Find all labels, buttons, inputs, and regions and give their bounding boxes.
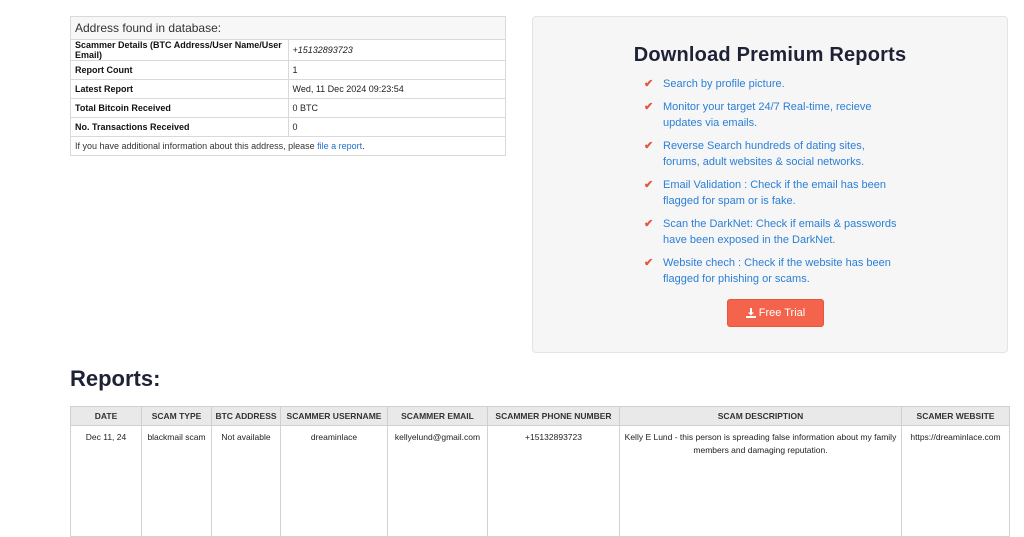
premium-feature-list: ✔ Search by profile picture. ✔ Monitor you… [644, 76, 904, 294]
feature-item: ✔ Email Validation : Check if the email h… [644, 177, 904, 209]
feature-item: ✔ Monitor your target 24/7 Real-time, rec… [644, 99, 904, 131]
cell-date: Dec 11, 24 [70, 425, 142, 537]
total-bitcoin-value: 0 BTC [287, 98, 506, 118]
address-row: Total Bitcoin Received 0 BTC [70, 98, 506, 118]
address-row: No. Transactions Received 0 [70, 117, 506, 137]
transactions-value: 0 [287, 117, 506, 137]
report-count-value: 1 [287, 60, 506, 80]
feature-text: Email Validation : Check if the email ha… [663, 179, 886, 207]
cell-scam-type: blackmail scam [141, 425, 212, 537]
column-header-btc-address: BTC ADDRESS [211, 406, 281, 426]
feature-text: Scan the DarkNet: Check if emails & pass… [663, 218, 897, 246]
report-count-label: Report Count [70, 60, 289, 80]
column-header-date: DATE [70, 406, 142, 426]
column-header-scammer-phone: SCAMMER PHONE NUMBER [487, 406, 620, 426]
file-report-link[interactable]: file a report [317, 141, 362, 151]
cell-scammer-username: dreaminlace [280, 425, 388, 537]
scammer-details-label: Scammer Details (BTC Address/User Name/U… [70, 39, 289, 61]
check-icon: ✔ [644, 179, 654, 191]
free-trial-button[interactable]: Free Trial [727, 299, 824, 327]
cell-btc-address: Not available [211, 425, 281, 537]
feature-item: ✔ Search by profile picture. [644, 76, 904, 92]
cell-scammer-phone: +15132893723 [487, 425, 620, 537]
feature-item: ✔ Website chech : Check if the website ha… [644, 255, 904, 287]
feature-text: Website chech : Check if the website has… [663, 257, 891, 285]
latest-report-label: Latest Report [70, 79, 289, 99]
column-header-scammer-website: SCAMER WEBSITE [901, 406, 1010, 426]
cell-scammer-email: kellyelund@gmail.com [387, 425, 488, 537]
address-table-heading: Address found in database: [70, 16, 506, 40]
cell-scam-description: Kelly E Lund - this person is spreading … [619, 425, 902, 537]
premium-title: Download Premium Reports [633, 44, 907, 66]
check-icon: ✔ [644, 140, 654, 152]
feature-text: Monitor your target 24/7 Real-time, reci… [663, 101, 872, 129]
column-header-scam-description: SCAM DESCRIPTION [619, 406, 902, 426]
feature-text: Search by profile picture. [663, 78, 785, 90]
check-icon: ✔ [644, 101, 654, 113]
premium-reports-card: Download Premium Reports ✔ Search by prof… [532, 16, 1008, 353]
additional-info-text: If you have additional information about… [75, 141, 318, 151]
column-header-scammer-email: SCAMMER EMAIL [387, 406, 488, 426]
additional-info-end: . [362, 141, 365, 151]
download-icon [745, 308, 756, 318]
feature-text: Reverse Search hundreds of dating sites,… [663, 140, 865, 168]
address-row: Report Count 1 [70, 60, 506, 80]
cell-scammer-website: https://dreaminlace.com [901, 425, 1010, 537]
free-trial-label: Free Trial [758, 307, 806, 319]
scammer-details-value: +15132893723 [287, 39, 506, 61]
address-info-table: Address found in database: Scammer Detai… [70, 16, 506, 156]
feature-item: ✔ Scan the DarkNet: Check if emails & pas… [644, 216, 904, 248]
total-bitcoin-label: Total Bitcoin Received [70, 98, 289, 118]
latest-report-value: Wed, 11 Dec 2024 09:23:54 [287, 79, 506, 99]
address-row: Latest Report Wed, 11 Dec 2024 09:23:54 [70, 79, 506, 99]
feature-item: ✔ Reverse Search hundreds of dating sites… [644, 138, 904, 170]
additional-info-note: If you have additional information about… [70, 136, 506, 156]
table-row: Dec 11, 24 blackmail scam Not available … [70, 425, 1010, 537]
check-icon: ✔ [644, 218, 654, 230]
column-header-scammer-username: SCAMMER USERNAME [280, 406, 388, 426]
reports-table: DATE SCAM TYPE BTC ADDRESS SCAMMER USERN… [70, 406, 1010, 537]
check-icon: ✔ [644, 257, 654, 269]
address-row: Scammer Details (BTC Address/User Name/U… [70, 39, 506, 61]
reports-header-row: DATE SCAM TYPE BTC ADDRESS SCAMMER USERN… [70, 406, 1010, 426]
check-icon: ✔ [644, 78, 654, 90]
reports-heading: Reports: [70, 366, 161, 391]
transactions-label: No. Transactions Received [70, 117, 289, 137]
column-header-scam-type: SCAM TYPE [141, 406, 212, 426]
